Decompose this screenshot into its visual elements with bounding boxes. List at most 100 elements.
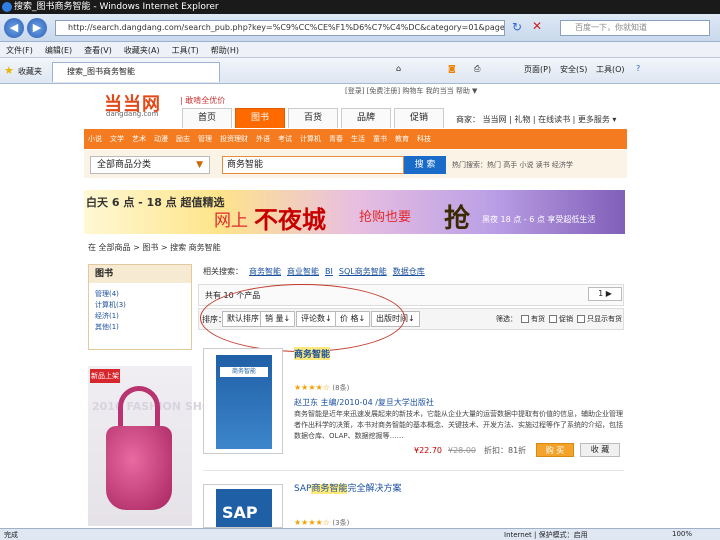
rss-icon[interactable]: ◙ [448, 64, 456, 73]
banner-subline: 抢购也要 [359, 210, 412, 225]
browser-tab[interactable]: 搜索_图书商务智能 [52, 62, 220, 82]
tab-home[interactable]: 首页 [182, 108, 232, 128]
site-search-button[interactable]: 搜 索 [404, 156, 446, 174]
filter-checkbox[interactable] [549, 315, 557, 323]
address-bar[interactable]: http://search.dangdang.com/search_pub.ph… [55, 20, 505, 36]
related-link[interactable]: BI [325, 267, 333, 276]
cat-link[interactable]: 外语 [256, 134, 270, 144]
filter-option: 有货 [531, 315, 545, 323]
cat-link[interactable]: 小说 [88, 134, 102, 144]
pager[interactable]: 1 ▶ [588, 287, 622, 301]
result-filters: 筛选： 有货 促销 只显示有货 [496, 314, 622, 324]
safety-menu[interactable]: 安全(S) [560, 64, 587, 75]
cat-link[interactable]: 教育 [395, 134, 409, 144]
promo-banner[interactable]: 白天 6 点 - 18 点 超值精选 网上 不夜城 抢购也要 抢 黑夜 18 点… [84, 190, 625, 234]
cat-link[interactable]: 文学 [110, 134, 124, 144]
filter-checkbox[interactable] [521, 315, 529, 323]
cat-link[interactable]: 励志 [176, 134, 190, 144]
favorites-button[interactable]: 收藏夹 [18, 66, 42, 77]
tab-promo[interactable]: 促销 [394, 108, 444, 128]
rating-stars: ★★★★☆ [294, 518, 330, 527]
breadcrumb[interactable]: 在 全部商品 > 图书 > 搜索 商务智能 [88, 242, 221, 253]
address-toolbar: ◀ ▶ http://search.dangdang.com/search_pu… [0, 14, 720, 42]
category-filter-item[interactable]: 计算机(3) [89, 300, 191, 311]
zoom-level[interactable]: 100% [672, 530, 692, 538]
category-filter-item[interactable]: 管理(4) [89, 289, 191, 300]
menu-help[interactable]: 帮助(H) [205, 42, 245, 59]
filter-option: 只显示有货 [587, 315, 622, 323]
title-suffix: 完全解决方案 [347, 484, 402, 494]
cat-link[interactable]: 动漫 [154, 134, 168, 144]
product-cover[interactable]: 商务智能 [203, 348, 283, 454]
back-button[interactable]: ◀ [4, 18, 24, 38]
related-link[interactable]: 商务智能 [249, 267, 281, 276]
category-filter-item[interactable]: 经济(1) [89, 311, 191, 322]
book-cover-title: 商务智能 [220, 367, 268, 377]
main-nav-tabs: 首页 图书 百货 品牌 促销 [182, 108, 447, 128]
menu-tools[interactable]: 工具(T) [166, 42, 205, 59]
site-logo-domain: dangdang.com [106, 110, 159, 118]
forward-button[interactable]: ▶ [27, 18, 47, 38]
review-count[interactable]: (8条) [332, 384, 349, 392]
service-links[interactable]: 商家： 当当网 | 礼物 | 在线读书 | 更多服务 ▾ [456, 114, 616, 125]
menu-favorites[interactable]: 收藏夹(A) [118, 42, 166, 59]
tab-brand[interactable]: 品牌 [341, 108, 391, 128]
stop-icon[interactable]: ✕ [532, 19, 542, 33]
original-price: ¥28.00 [448, 446, 476, 455]
filter-checkbox[interactable] [577, 315, 585, 323]
tab-general[interactable]: 百货 [288, 108, 338, 128]
help-icon[interactable]: ? [636, 64, 640, 73]
product-title[interactable]: SAP商务智能完全解决方案 [294, 481, 402, 494]
banner-headline: 不夜城 [254, 206, 326, 234]
related-link[interactable]: 数据仓库 [393, 267, 425, 276]
cat-link[interactable]: 管理 [198, 134, 212, 144]
product-price: ¥22.70 ¥28.00 折扣：81折 [414, 445, 526, 456]
review-count[interactable]: (3条) [332, 519, 349, 527]
product-title[interactable]: 商务智能 [294, 347, 331, 360]
category-select-value: 全部商品分类 [97, 160, 152, 170]
cat-link[interactable]: 艺术 [132, 134, 146, 144]
related-link[interactable]: SQL商务智能 [339, 267, 387, 276]
site-search-input[interactable]: 商务智能 [222, 156, 404, 174]
menu-file[interactable]: 文件(F) [0, 42, 39, 59]
print-icon[interactable]: ⎙ [474, 64, 480, 74]
related-link[interactable]: 商业智能 [287, 267, 319, 276]
title-prefix: SAP [294, 484, 312, 494]
page-menu[interactable]: 页面(P) [524, 64, 551, 75]
banner-online-text: 网上 [214, 211, 248, 231]
book-cover-title: SAP [222, 503, 258, 522]
product-author[interactable]: 赵卫东 主编/2010-04 /复旦大学出版社 [294, 397, 434, 408]
cat-link[interactable]: 童书 [373, 134, 387, 144]
product-rating: ★★★★☆ (3条) [294, 518, 349, 528]
tab-books[interactable]: 图书 [235, 108, 285, 128]
favorites-star-icon[interactable]: ★ [4, 64, 14, 77]
home-icon[interactable]: ⌂ [396, 64, 401, 73]
category-select[interactable]: 全部商品分类 ▼ [90, 156, 210, 174]
cat-link[interactable]: 考试 [278, 134, 292, 144]
menu-edit[interactable]: 编辑(E) [39, 42, 78, 59]
status-bar: 完成 Internet | 保护模式：启用 100% [0, 528, 720, 540]
category-filter-item[interactable]: 其他(1) [89, 322, 191, 333]
menu-view[interactable]: 查看(V) [78, 42, 118, 59]
cat-link[interactable]: 生活 [351, 134, 365, 144]
title-highlight: 商务智能 [311, 484, 348, 494]
related-search: 相关搜索： 商务智能 商业智能 BI SQL商务智能 数据仓库 [203, 266, 431, 277]
top-links[interactable]: [登录] [免费注册] 购物车 我的当当 帮助 ▼ [345, 86, 477, 96]
annotation-ellipse [200, 284, 405, 352]
product-cover[interactable]: SAP [203, 484, 283, 528]
cat-link[interactable]: 青春 [329, 134, 343, 144]
security-zone[interactable]: Internet | 保护模式：启用 [504, 530, 588, 540]
favorite-button[interactable]: 收 藏 [580, 443, 620, 457]
site-slogan: | 敢啃全优价 [180, 96, 226, 105]
cat-link[interactable]: 投资理财 [220, 134, 248, 144]
tools-menu[interactable]: 工具(O) [596, 64, 625, 75]
cat-link[interactable]: 科技 [417, 134, 431, 144]
handbag-ad[interactable]: 新品上架 2010 FASHION SHOW [88, 366, 223, 526]
search-box[interactable]: 百度一下，你就知道 [560, 20, 710, 36]
cat-link[interactable]: 计算机 [300, 134, 321, 144]
hot-search-words[interactable]: 热门搜索：热门 高手 小说 读书 经济学 [452, 160, 573, 170]
refresh-icon[interactable]: ↻ [512, 20, 522, 34]
current-price: ¥22.70 [414, 446, 442, 455]
favorites-bar: ★ 收藏夹 搜索_图书商务智能 ⌂ ◙ ⎙ 页面(P) 安全(S) 工具(O) … [0, 58, 720, 84]
buy-button[interactable]: 购 买 [536, 443, 574, 457]
